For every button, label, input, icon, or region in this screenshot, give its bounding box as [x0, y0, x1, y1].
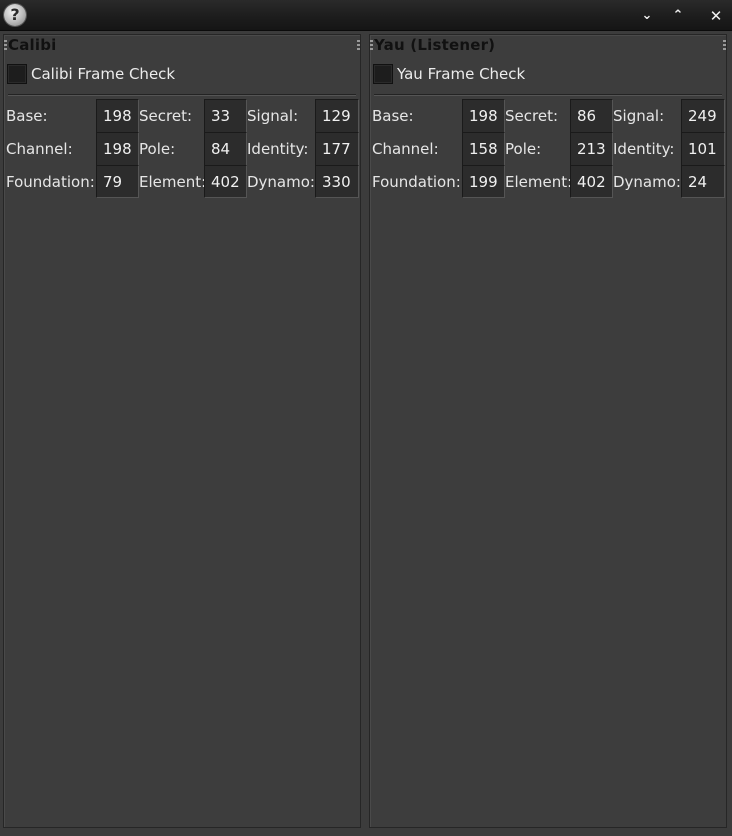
drag-grip-icon[interactable] — [4, 40, 7, 50]
stat-value-field[interactable]: 33 — [204, 99, 247, 132]
stat-label: Foundation: — [372, 173, 461, 191]
stat-label: Signal: — [247, 107, 299, 125]
title-bar: ? ⌄ ⌃ ✕ — [0, 0, 732, 31]
yau-listener-panel: Yau (Listener) Yau Frame Check Base: 198… — [369, 34, 727, 828]
stat-label: Identity: — [247, 140, 309, 158]
stat-label: Identity: — [613, 140, 675, 158]
stat-label: Secret: — [505, 107, 558, 125]
stats-row: Channel: 158 Pole: 213 Identity: 101 — [370, 132, 726, 165]
stat-label: Channel: — [6, 140, 73, 158]
stat-label: Base: — [372, 107, 414, 125]
stat-label: Element: — [139, 173, 207, 191]
stat-value-field[interactable]: 402 — [204, 165, 247, 198]
stat-value-field[interactable]: 213 — [570, 132, 613, 165]
stats-row: Channel: 198 Pole: 84 Identity: 177 — [4, 132, 360, 165]
frame-check-row[interactable]: Yau Frame Check — [373, 63, 525, 85]
stat-label: Element: — [505, 173, 573, 191]
stats-row: Base: 198 Secret: 33 Signal: 129 — [4, 99, 360, 132]
stats-row: Foundation: 199 Element: 402 Dynamo: 24 — [370, 165, 726, 198]
stat-value-field[interactable]: 249 — [681, 99, 725, 132]
stat-label: Base: — [6, 107, 48, 125]
stat-value-field[interactable]: 24 — [681, 165, 725, 198]
stats-grid: Base: 198 Secret: 33 Signal: 129 Channel… — [4, 99, 360, 198]
stat-value-field[interactable]: 101 — [681, 132, 725, 165]
stat-value-field[interactable]: 79 — [96, 165, 139, 198]
stat-label: Signal: — [613, 107, 665, 125]
stat-label: Channel: — [372, 140, 439, 158]
stat-label: Pole: — [505, 140, 542, 158]
divider — [374, 94, 722, 96]
stat-value-field[interactable]: 330 — [315, 165, 359, 198]
panel-title: Yau (Listener) — [374, 36, 496, 54]
stat-value-field[interactable]: 198 — [96, 132, 139, 165]
maximize-button[interactable]: ⌃ — [668, 6, 688, 26]
stat-value-field[interactable]: 198 — [462, 99, 505, 132]
frame-check-checkbox[interactable] — [373, 64, 393, 84]
help-icon[interactable]: ? — [4, 4, 26, 26]
stat-label: Pole: — [139, 140, 176, 158]
calibi-panel: Calibi Calibi Frame Check Base: 198 Secr… — [3, 34, 361, 828]
stat-value-field[interactable]: 198 — [96, 99, 139, 132]
frame-check-label: Calibi Frame Check — [31, 65, 176, 83]
drag-grip-icon[interactable] — [723, 40, 726, 50]
minimize-button[interactable]: ⌄ — [637, 6, 657, 26]
stat-value-field[interactable]: 86 — [570, 99, 613, 132]
panel-title: Calibi — [8, 36, 57, 54]
frame-check-row[interactable]: Calibi Frame Check — [7, 63, 175, 85]
stats-row: Base: 198 Secret: 86 Signal: 249 — [370, 99, 726, 132]
stat-label: Dynamo: — [613, 173, 681, 191]
frame-check-label: Yau Frame Check — [397, 65, 526, 83]
stat-value-field[interactable]: 402 — [570, 165, 613, 198]
stat-label: Foundation: — [6, 173, 95, 191]
stat-value-field[interactable]: 84 — [204, 132, 247, 165]
stats-row: Foundation: 79 Element: 402 Dynamo: 330 — [4, 165, 360, 198]
divider — [8, 94, 356, 96]
drag-grip-icon[interactable] — [357, 40, 360, 50]
stat-label: Dynamo: — [247, 173, 315, 191]
stat-value-field[interactable]: 177 — [315, 132, 359, 165]
stat-value-field[interactable]: 199 — [462, 165, 505, 198]
stat-value-field[interactable]: 129 — [315, 99, 359, 132]
drag-grip-icon[interactable] — [370, 40, 373, 50]
stat-label: Secret: — [139, 107, 192, 125]
stats-grid: Base: 198 Secret: 86 Signal: 249 Channel… — [370, 99, 726, 198]
frame-check-checkbox[interactable] — [7, 64, 27, 84]
close-button[interactable]: ✕ — [706, 6, 726, 26]
stat-value-field[interactable]: 158 — [462, 132, 505, 165]
